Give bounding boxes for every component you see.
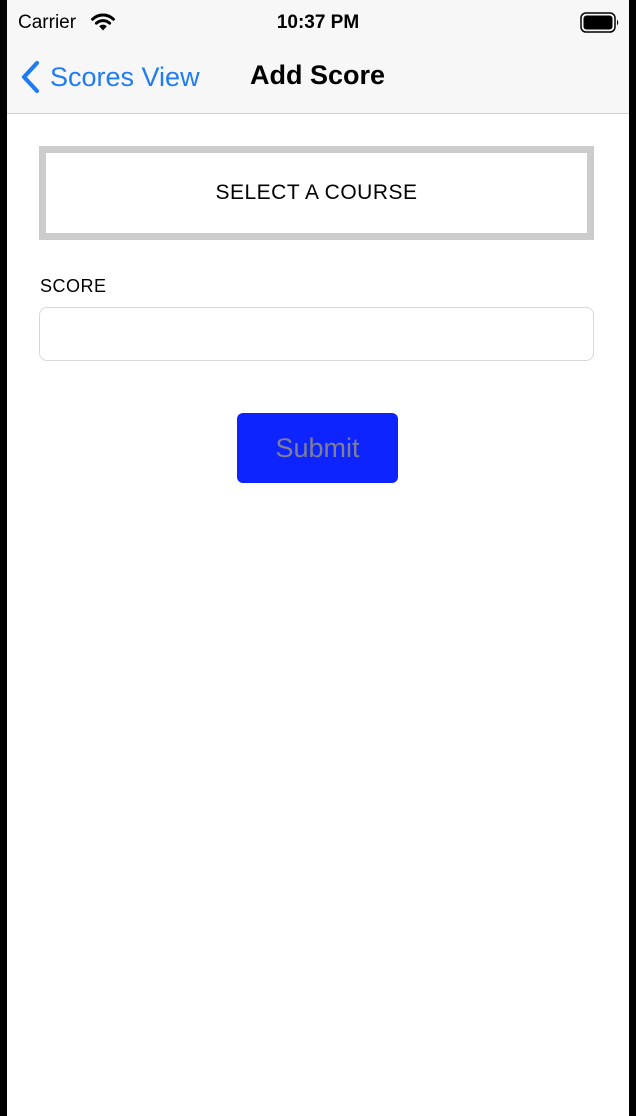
score-input[interactable]: [39, 307, 594, 361]
status-time: 10:37 PM: [276, 12, 360, 33]
chevron-left-icon: [21, 60, 40, 94]
back-button-label: Scores View: [50, 61, 200, 92]
back-button[interactable]: Scores View: [19, 59, 200, 95]
page-title: Add Score: [250, 60, 386, 90]
select-course-label: SELECT A COURSE: [215, 181, 418, 204]
status-bar: Carrier 10:37 PM: [7, 0, 629, 46]
battery-icon: [580, 12, 619, 33]
select-course-button[interactable]: SELECT A COURSE: [39, 146, 594, 240]
submit-button-label: Submit: [275, 432, 360, 463]
navigation-bar: Scores View Add Score: [7, 46, 629, 114]
score-field-label: SCORE: [40, 276, 107, 296]
submit-button[interactable]: Submit: [237, 413, 398, 483]
app-screen: Carrier 10:37 PM Scores View Add Score S…: [7, 0, 629, 1116]
